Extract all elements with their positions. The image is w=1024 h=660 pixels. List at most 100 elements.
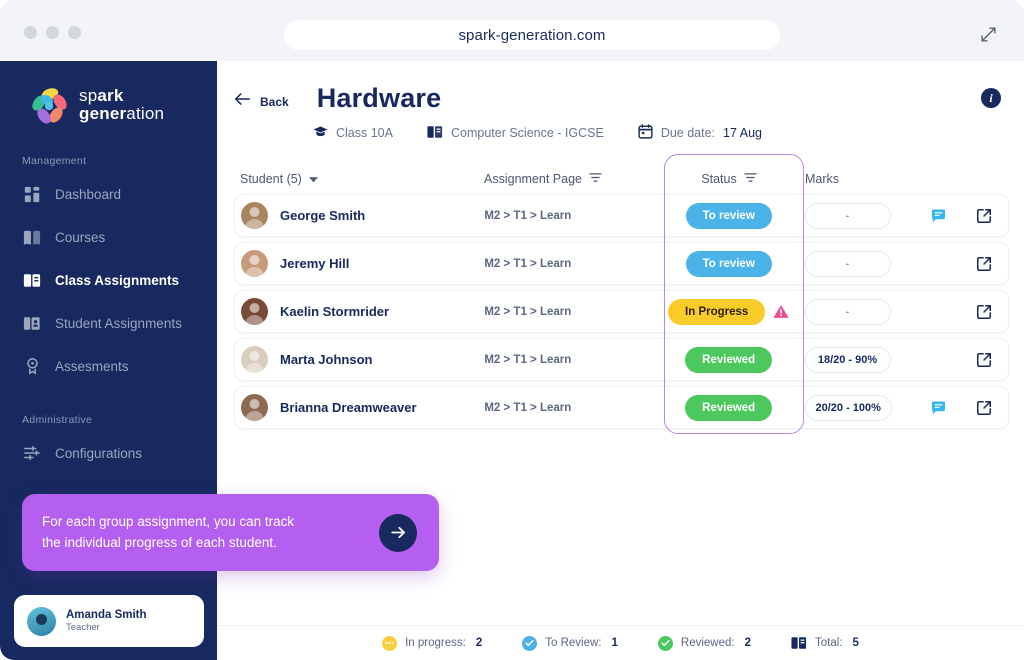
cell-student: Marta Johnson bbox=[235, 339, 484, 380]
status-badge[interactable]: Reviewed bbox=[685, 346, 773, 373]
cell-actions bbox=[916, 339, 1008, 380]
status-badge[interactable]: Reviewed bbox=[685, 394, 773, 421]
status-footer: In progress: 2 To Review: 1 Reviewed: 2 bbox=[217, 625, 1024, 660]
comment-icon[interactable] bbox=[928, 206, 948, 226]
sidebar-item-student-assignments[interactable]: Student Assignments bbox=[0, 305, 217, 341]
marks-pill[interactable]: - bbox=[804, 298, 891, 325]
external-link-icon[interactable] bbox=[974, 254, 994, 274]
column-header-marks: Marks bbox=[799, 172, 917, 186]
table-row[interactable]: Brianna Dreamweaver M2 > T1 > Learn Review… bbox=[234, 386, 1009, 429]
user-role: Teacher bbox=[66, 622, 100, 633]
cell-student: Kaelin Stormrider bbox=[235, 291, 484, 332]
column-header-assignment-page[interactable]: Assignment Page bbox=[484, 172, 659, 186]
student-name: Marta Johnson bbox=[280, 352, 373, 367]
back-label: Back bbox=[260, 94, 289, 109]
marks-pill[interactable]: 20/20 - 100% bbox=[804, 394, 892, 421]
external-link-icon[interactable] bbox=[974, 206, 994, 226]
sidebar-item-label: Courses bbox=[55, 229, 106, 245]
student-name: Brianna Dreamweaver bbox=[280, 400, 417, 415]
assignment-page-text: M2 > T1 > Learn bbox=[484, 209, 572, 222]
cell-assignment-page: M2 > T1 > Learn bbox=[484, 243, 659, 284]
app-logo[interactable]: spark generation bbox=[30, 85, 217, 125]
table-row[interactable]: George Smith M2 > T1 > Learn To review - bbox=[234, 194, 1009, 237]
column-header-status[interactable]: Status bbox=[659, 172, 799, 186]
external-link-icon[interactable] bbox=[974, 302, 994, 322]
cell-marks: - bbox=[799, 291, 917, 332]
logo-line2-light: ation bbox=[126, 104, 165, 123]
book-icon bbox=[427, 125, 443, 142]
table-row[interactable]: Marta Johnson M2 > T1 > Learn Reviewed 18/2… bbox=[234, 338, 1009, 381]
avatar bbox=[241, 394, 268, 421]
sidebar-section-administrative: Administrative bbox=[22, 414, 93, 426]
filter-icon[interactable] bbox=[744, 172, 757, 186]
meta-due-date-value: 17 Aug bbox=[723, 126, 762, 140]
status-badge[interactable]: To review bbox=[685, 202, 772, 229]
url-bar[interactable]: spark-generation.com bbox=[284, 20, 780, 50]
meta-due-date-label: Due date: bbox=[660, 126, 716, 140]
avatar bbox=[241, 298, 268, 325]
marks-pill[interactable]: 18/20 - 90% bbox=[804, 346, 891, 373]
footer-stat-in-progress: In progress: 2 bbox=[382, 635, 482, 651]
comment-icon[interactable] bbox=[928, 398, 948, 418]
external-link-icon[interactable] bbox=[974, 350, 994, 370]
sidebar-item-assesments[interactable]: Assesments bbox=[0, 348, 217, 384]
filter-icon[interactable] bbox=[589, 172, 602, 186]
footer-stat-value: 5 bbox=[852, 637, 859, 649]
student-name: George Smith bbox=[280, 208, 366, 223]
meta-class-label: Class 10A bbox=[336, 126, 393, 140]
cell-actions bbox=[916, 243, 1008, 284]
avatar bbox=[27, 606, 56, 636]
arrow-right-icon[interactable] bbox=[379, 513, 417, 552]
close-window-dot[interactable] bbox=[24, 26, 37, 39]
book-icon bbox=[791, 636, 807, 650]
cell-assignment-page: M2 > T1 > Learn bbox=[484, 339, 659, 380]
chevron-down-icon[interactable] bbox=[308, 172, 318, 186]
cell-actions bbox=[916, 291, 1008, 332]
window-traffic-lights[interactable] bbox=[24, 26, 81, 39]
sidebar-section-management: Management bbox=[22, 155, 87, 167]
marks-pill[interactable]: - bbox=[804, 250, 891, 277]
minimize-window-dot[interactable] bbox=[46, 26, 59, 39]
footer-stat-value: 1 bbox=[611, 637, 618, 649]
to-review-icon bbox=[522, 635, 538, 651]
table-row[interactable]: Jeremy Hill M2 > T1 > Learn To review - bbox=[234, 242, 1009, 285]
sidebar-item-courses[interactable]: Courses bbox=[0, 219, 217, 255]
browser-window: spark-generation.com spark generation Ma… bbox=[0, 0, 1024, 660]
back-button[interactable]: Back bbox=[234, 86, 289, 111]
sidebar-item-dashboard[interactable]: Dashboard bbox=[0, 176, 217, 212]
sidebar-user-card[interactable]: Amanda Smith Teacher bbox=[14, 595, 204, 647]
sidebar-item-class-assignments[interactable]: Class Assignments bbox=[0, 262, 217, 298]
logo-line1-light: sp bbox=[79, 86, 98, 106]
maximize-window-dot[interactable] bbox=[68, 26, 81, 39]
sidebar-item-configurations[interactable]: Configurations bbox=[0, 435, 217, 471]
marks-pill[interactable]: - bbox=[804, 202, 891, 229]
assignment-meta: Class 10A Computer Science - IGCSE Due d… bbox=[313, 124, 1024, 142]
sidebar-item-label: Dashboard bbox=[55, 186, 122, 202]
info-icon[interactable]: i bbox=[981, 88, 1001, 108]
warning-triangle-icon bbox=[773, 304, 789, 319]
url-text: spark-generation.com bbox=[458, 26, 606, 44]
footer-stat-label: Reviewed: bbox=[680, 637, 735, 649]
expand-diagonal-icon[interactable] bbox=[974, 20, 1002, 48]
sidebar-item-label: Configurations bbox=[55, 445, 143, 461]
cell-marks: 18/20 - 90% bbox=[799, 339, 917, 380]
meta-due-date: Due date: 17 Aug bbox=[638, 124, 762, 142]
logo-line2-bold: gener bbox=[79, 104, 127, 123]
logo-line1-bold: ark bbox=[97, 86, 124, 106]
calendar-icon bbox=[638, 124, 653, 142]
footer-stat-reviewed: Reviewed: 2 bbox=[657, 635, 751, 651]
cell-student: George Smith bbox=[235, 195, 484, 236]
cell-marks: - bbox=[799, 195, 917, 236]
external-link-icon[interactable] bbox=[974, 398, 994, 418]
status-badge[interactable]: In Progress bbox=[668, 298, 766, 325]
cell-status: To review bbox=[659, 195, 799, 236]
assignment-page-text: M2 > T1 > Learn bbox=[484, 257, 572, 270]
column-header-status-label: Status bbox=[701, 172, 737, 186]
cell-actions bbox=[916, 387, 1008, 428]
footer-stat-value: 2 bbox=[744, 637, 751, 649]
page-header: Back Hardware bbox=[217, 61, 1024, 114]
status-badge[interactable]: To review bbox=[685, 250, 772, 277]
table-row[interactable]: Kaelin Stormrider M2 > T1 > Learn In Progr… bbox=[234, 290, 1009, 333]
cell-status: In Progress bbox=[659, 291, 799, 332]
column-header-student[interactable]: Student (5) bbox=[234, 172, 484, 186]
